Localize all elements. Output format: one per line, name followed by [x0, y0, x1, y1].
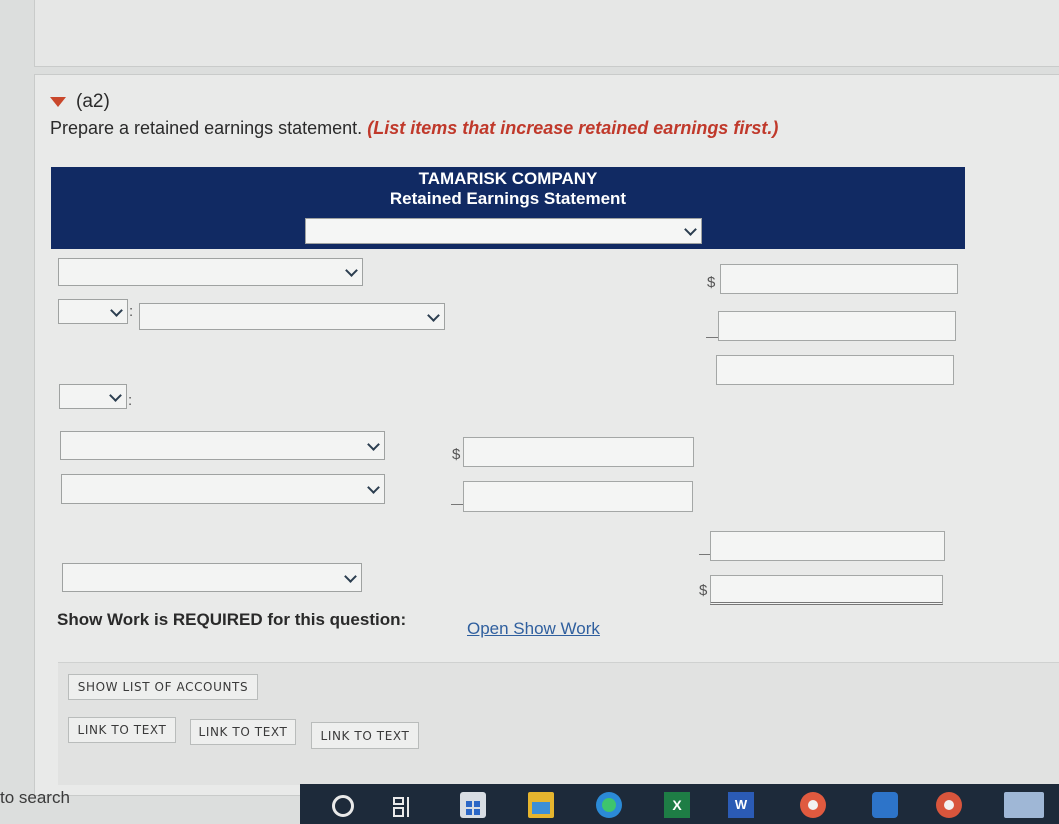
account-select-3[interactable] [60, 431, 385, 460]
cortana-icon[interactable] [332, 795, 354, 817]
edge-icon[interactable] [596, 792, 622, 818]
instruction-text: Prepare a retained earnings statement. [50, 118, 368, 138]
section-label: (a2) [76, 91, 110, 112]
section-toggle[interactable]: (a2) [50, 91, 110, 113]
statement-title: Retained Earnings Statement [389, 189, 627, 208]
chevron-down-icon [427, 308, 440, 322]
chevron-down-icon [345, 264, 358, 277]
page: (a2) Prepare a retained earnings stateme… [0, 0, 1059, 824]
ending-balance-input[interactable] [710, 575, 943, 605]
store-icon[interactable] [460, 792, 486, 818]
statement-date-select[interactable] [305, 218, 702, 244]
colon-text: : [128, 392, 133, 409]
link-to-text-button-2[interactable]: LINK TO TEXT [190, 719, 296, 745]
chevron-down-icon [367, 481, 380, 494]
add-less-select-2[interactable] [59, 384, 127, 409]
account-select-2[interactable] [139, 303, 445, 330]
subtotal-input[interactable] [716, 355, 954, 385]
taskbar-search-box[interactable]: to search [0, 788, 70, 808]
open-show-work-link[interactable]: Open Show Work [467, 619, 600, 639]
amount-input-4[interactable] [463, 481, 693, 512]
colon-text: : [129, 303, 134, 320]
account-select-1[interactable] [58, 258, 363, 286]
chevron-down-icon [684, 223, 697, 236]
add-less-select-1[interactable] [58, 299, 128, 324]
chevron-down-icon [344, 569, 357, 583]
amount-input-3[interactable] [463, 437, 694, 467]
amount-input-1[interactable] [720, 264, 958, 294]
dollar-sign: $ [707, 274, 716, 291]
chevron-down-icon [110, 303, 123, 317]
file-explorer-icon[interactable] [528, 792, 554, 818]
collapse-triangle-icon[interactable] [50, 97, 66, 107]
ending-balance-select[interactable] [62, 563, 362, 592]
show-work-label: Show Work is REQUIRED for this question: [57, 610, 407, 629]
taskbar: X W [300, 784, 1059, 824]
chevron-down-icon [367, 437, 380, 451]
task-view-icon[interactable] [392, 796, 414, 818]
total-deductions-input[interactable] [710, 531, 945, 561]
mail-icon[interactable] [1004, 792, 1044, 818]
show-list-of-accounts-button[interactable]: SHOW LIST OF ACCOUNTS [68, 674, 258, 700]
dollar-sign: $ [452, 446, 461, 463]
chrome-icon[interactable] [800, 792, 826, 818]
previous-question-panel [34, 0, 1059, 67]
chevron-down-icon [109, 388, 122, 402]
account-select-4[interactable] [61, 474, 385, 504]
link-to-text-button-1[interactable]: LINK TO TEXT [68, 717, 176, 743]
company-name: TAMARISK COMPANY [418, 169, 598, 188]
amount-input-2[interactable] [718, 311, 956, 341]
dollar-sign: $ [699, 582, 708, 599]
chrome-alt-icon[interactable] [936, 792, 962, 818]
link-to-text-button-3[interactable]: LINK TO TEXT [311, 722, 419, 749]
excel-icon[interactable]: X [664, 792, 690, 818]
outlook-icon[interactable] [872, 792, 898, 818]
instruction-emphasis: (List items that increase retained earni… [367, 118, 779, 138]
word-icon[interactable]: W [728, 792, 754, 818]
question-instructions: Prepare a retained earnings statement. (… [50, 118, 778, 139]
